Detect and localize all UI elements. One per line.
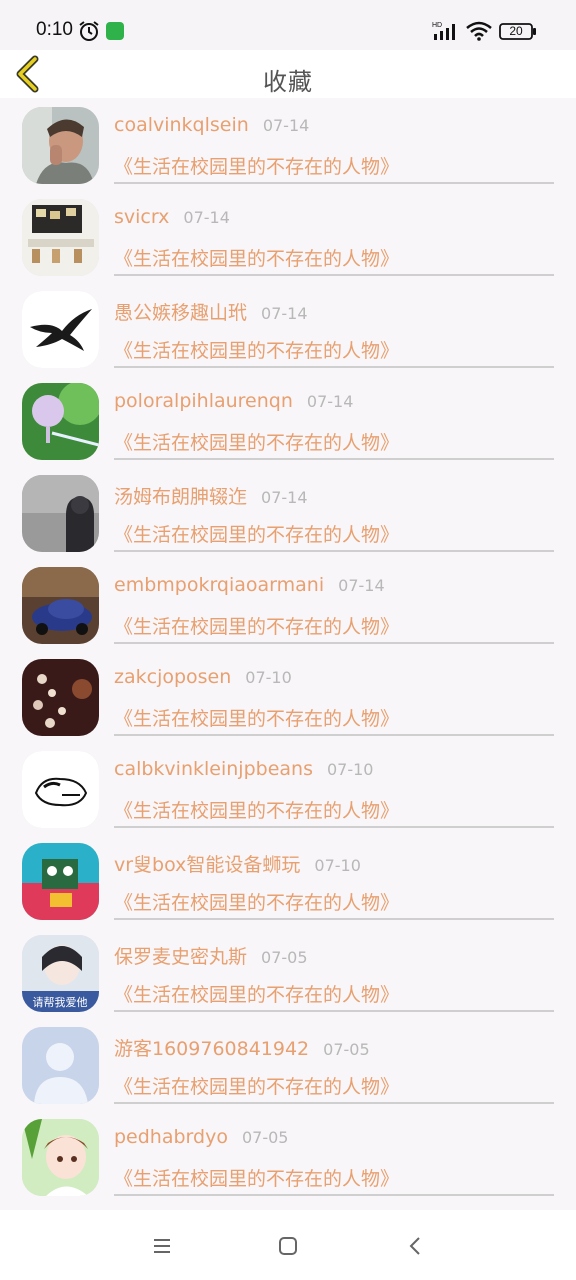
item-author: poloralpihlaurenqn 07-14 <box>114 390 354 412</box>
item-date: 07-10 <box>245 668 292 687</box>
divider <box>114 366 554 368</box>
divider <box>114 274 554 276</box>
status-time: 0:10 <box>36 19 73 40</box>
item-date: 07-14 <box>261 304 308 323</box>
avatar[interactable] <box>22 107 99 184</box>
item-title[interactable]: 《生活在校园里的不存在的人物》 <box>114 520 399 547</box>
item-author: svicrx 07-14 <box>114 206 230 228</box>
avatar[interactable]: 请帮我爱他 <box>22 935 99 1012</box>
item-title[interactable]: 《生活在校园里的不存在的人物》 <box>114 796 399 823</box>
list-item[interactable]: poloralpihlaurenqn 07-14 《生活在校园里的不存在的人物》 <box>0 376 576 468</box>
avatar[interactable] <box>22 1119 99 1196</box>
avatar[interactable] <box>22 199 99 276</box>
avatar[interactable] <box>22 291 99 368</box>
alarm-clock-icon <box>79 21 99 41</box>
wifi-icon <box>466 21 492 41</box>
list-item[interactable]: 汤姆布朗胂辍迮 07-14 《生活在校园里的不存在的人物》 <box>0 468 576 560</box>
item-author: coalvinkqlsein 07-14 <box>114 114 310 136</box>
item-author: embmpokrqiaoarmani 07-14 <box>114 574 385 596</box>
item-title[interactable]: 《生活在校园里的不存在的人物》 <box>114 428 399 455</box>
app-notification-icon <box>106 22 124 40</box>
list-item[interactable]: zakcjoposen 07-10 《生活在校园里的不存在的人物》 <box>0 652 576 744</box>
page-title: 收藏 <box>263 68 313 96</box>
system-navigation-bar <box>0 1210 576 1280</box>
item-author: calbkvinkleinjpbeans 07-10 <box>114 758 374 780</box>
home-icon[interactable] <box>276 1234 300 1258</box>
item-title[interactable]: 《生活在校园里的不存在的人物》 <box>114 152 399 179</box>
list-item[interactable]: coalvinkqlsein 07-14 《生活在校园里的不存在的人物》 <box>0 100 576 192</box>
item-title[interactable]: 《生活在校园里的不存在的人物》 <box>114 980 399 1007</box>
item-title[interactable]: 《生活在校园里的不存在的人物》 <box>114 336 399 363</box>
back-icon[interactable] <box>404 1234 428 1258</box>
item-author: zakcjoposen 07-10 <box>114 666 292 688</box>
item-title[interactable]: 《生活在校园里的不存在的人物》 <box>114 1072 399 1099</box>
cellular-signal-icon: HD <box>432 22 455 40</box>
svg-text:请帮我爱他: 请帮我爱他 <box>33 996 88 1009</box>
divider <box>114 826 554 828</box>
svg-text:HD: HD <box>432 22 442 29</box>
avatar[interactable] <box>22 1027 99 1104</box>
list-item[interactable]: 游客1609760841942 07-05 《生活在校园里的不存在的人物》 <box>0 1020 576 1112</box>
avatar[interactable] <box>22 567 99 644</box>
divider <box>114 1010 554 1012</box>
item-author: 游客1609760841942 07-05 <box>114 1038 370 1060</box>
item-date: 07-05 <box>241 1128 289 1147</box>
avatar[interactable] <box>22 843 99 920</box>
battery-level: 20 <box>509 24 523 38</box>
item-author: vr叟box智能设备蛳玩 07-10 <box>114 854 361 876</box>
divider <box>114 1194 554 1196</box>
avatar[interactable] <box>22 751 99 828</box>
list-item[interactable]: 请帮我爱他 保罗麦史密丸斯 07-05 《生活在校园里的不存在的人物》 <box>0 928 576 1020</box>
divider <box>114 642 554 644</box>
item-date: 07-05 <box>261 948 308 967</box>
item-author: 保罗麦史密丸斯 07-05 <box>114 946 308 968</box>
favorites-list: coalvinkqlsein 07-14 《生活在校园里的不存在的人物》 svic… <box>0 100 576 1204</box>
status-bar: 0:10 HD 20 <box>0 0 576 50</box>
item-author: 愚公嫉移趣山玳 07-14 <box>114 302 308 324</box>
avatar[interactable] <box>22 475 99 552</box>
list-item[interactable]: svicrx 07-14 《生活在校园里的不存在的人物》 <box>0 192 576 284</box>
list-item[interactable]: embmpokrqiaoarmani 07-14 《生活在校园里的不存在的人物》 <box>0 560 576 652</box>
divider <box>114 550 554 552</box>
item-title[interactable]: 《生活在校园里的不存在的人物》 <box>114 888 399 915</box>
item-date: 07-14 <box>338 576 385 595</box>
avatar[interactable] <box>22 659 99 736</box>
item-title[interactable]: 《生活在校园里的不存在的人物》 <box>114 704 399 731</box>
item-date: 07-14 <box>183 208 230 227</box>
item-date: 07-14 <box>262 116 310 135</box>
list-item[interactable]: calbkvinkleinjpbeans 07-10 《生活在校园里的不存在的人物… <box>0 744 576 836</box>
item-date: 07-10 <box>314 856 361 875</box>
item-title[interactable]: 《生活在校园里的不存在的人物》 <box>114 244 399 271</box>
divider <box>114 1102 554 1104</box>
avatar[interactable] <box>22 383 99 460</box>
item-author: pedhabrdyo 07-05 <box>114 1126 289 1148</box>
header: 收藏 <box>0 50 576 98</box>
list-item[interactable]: 愚公嫉移趣山玳 07-14 《生活在校园里的不存在的人物》 <box>0 284 576 376</box>
item-author: 汤姆布朗胂辍迮 07-14 <box>114 486 308 508</box>
divider <box>114 182 554 184</box>
item-date: 07-10 <box>326 760 374 779</box>
item-date: 07-05 <box>323 1040 370 1059</box>
list-item[interactable]: pedhabrdyo 07-05 《生活在校园里的不存在的人物》 <box>0 1112 576 1204</box>
item-title[interactable]: 《生活在校园里的不存在的人物》 <box>114 612 399 639</box>
list-item[interactable]: vr叟box智能设备蛳玩 07-10 《生活在校园里的不存在的人物》 <box>0 836 576 928</box>
divider <box>114 734 554 736</box>
item-title[interactable]: 《生活在校园里的不存在的人物》 <box>114 1164 399 1191</box>
divider <box>114 458 554 460</box>
divider <box>114 918 554 920</box>
item-date: 07-14 <box>306 392 354 411</box>
menu-icon[interactable] <box>150 1234 174 1258</box>
item-date: 07-14 <box>261 488 308 507</box>
